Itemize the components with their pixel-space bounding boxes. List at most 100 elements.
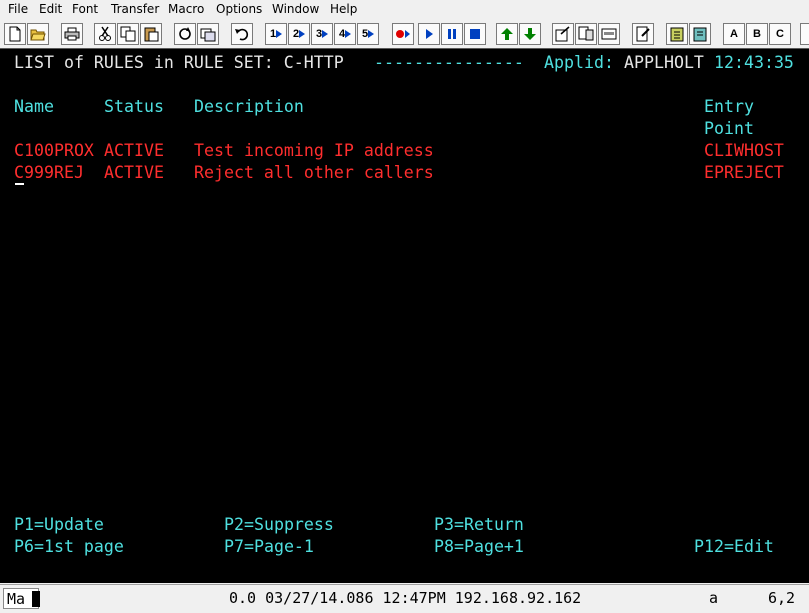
menu-options[interactable]: Options	[216, 2, 262, 16]
rule-name[interactable]: C100PROX	[14, 140, 94, 162]
pause-icon	[448, 29, 456, 39]
header-status: Status	[104, 97, 164, 116]
pf1-key[interactable]: P1=Update	[14, 514, 104, 536]
menu-macro[interactable]: Macro	[168, 2, 204, 16]
session-3-button[interactable]: 3	[311, 23, 333, 45]
copy-button[interactable]	[117, 23, 139, 45]
rule-status: ACTIVE	[104, 141, 164, 160]
session-icon	[200, 28, 216, 42]
play-icon	[426, 29, 433, 39]
print-button[interactable]	[61, 23, 83, 45]
pf3-key[interactable]: P3=Return	[434, 514, 524, 536]
refresh-icon	[179, 27, 191, 40]
pf6-key[interactable]: P6=1st page	[14, 536, 124, 558]
status-bar: Ma 0.0 03/27/14.086 12:47PM 192.168.92.1…	[0, 584, 809, 613]
refresh-button[interactable]	[174, 23, 196, 45]
header-entry: Entry	[704, 97, 754, 116]
send-file-icon	[555, 26, 570, 42]
keyboard-icon	[601, 28, 617, 40]
menu-bar: File Edit Font Transfer Macro Options Wi…	[0, 0, 809, 20]
notes-icon	[693, 27, 707, 42]
stop-macro-button[interactable]	[464, 23, 486, 45]
play-icon	[276, 30, 283, 38]
menu-window[interactable]: Window	[272, 2, 319, 16]
clipboard-button[interactable]	[666, 23, 688, 45]
rule-description: Reject all other callers	[194, 163, 434, 182]
session-1-button[interactable]: 1	[265, 23, 287, 45]
session-info: 0.0 03/27/14.086 12:47PM 192.168.92.162	[229, 589, 582, 607]
key-b-label: B	[753, 28, 761, 40]
title-dashes: ---------------	[374, 53, 524, 72]
notes-button[interactable]	[689, 23, 711, 45]
play-icon	[368, 30, 375, 38]
record-macro-button[interactable]	[392, 23, 414, 45]
session-5-button[interactable]: 5	[357, 23, 379, 45]
page-down-button[interactable]	[519, 23, 541, 45]
pause-macro-button[interactable]	[441, 23, 463, 45]
menu-edit[interactable]: Edit	[39, 2, 62, 16]
new-document-button[interactable]	[4, 23, 26, 45]
rule-description: Test incoming IP address	[194, 141, 434, 160]
arrow-down-icon	[524, 28, 536, 40]
play-icon	[322, 30, 329, 38]
key-c-button[interactable]: C	[769, 23, 791, 45]
applid-value: APPLHOLT	[624, 53, 704, 72]
arrow-up-icon	[501, 28, 513, 40]
pf12-key[interactable]: P12=Edit	[694, 536, 774, 558]
scissors-icon	[99, 26, 111, 41]
clock: 12:43:35	[714, 53, 794, 72]
more-buttons[interactable]	[800, 23, 809, 45]
session-4-button[interactable]: 4	[334, 23, 356, 45]
paste-icon	[144, 27, 159, 42]
key-a-button[interactable]: A	[723, 23, 745, 45]
new-document-icon	[9, 26, 21, 42]
rule-status: ACTIVE	[104, 163, 164, 182]
pf8-key[interactable]: P8=Page+1	[434, 536, 524, 558]
menu-help[interactable]: Help	[330, 2, 357, 16]
clipboard-icon	[670, 27, 684, 42]
applid-label: Applid:	[544, 53, 614, 72]
toolbar: 1 2 3 4 5 A B C	[0, 20, 809, 49]
header-name: Name	[14, 97, 54, 116]
terminal-screen[interactable]: LIST of RULES in RULE SET: C-HTTP ------…	[0, 48, 809, 583]
undo-icon	[235, 28, 249, 41]
undo-button[interactable]	[231, 23, 253, 45]
session-button[interactable]	[197, 23, 219, 45]
session-2-button[interactable]: 2	[288, 23, 310, 45]
rule-entry-point: CLIWHOST	[704, 141, 784, 160]
cursor-position: 6,2	[768, 589, 796, 607]
pf2-key[interactable]: P2=Suppress	[224, 514, 334, 536]
text-cursor	[15, 183, 24, 185]
keyboard-lock-indicator	[32, 591, 40, 607]
cut-button[interactable]	[94, 23, 116, 45]
macro-editor-button[interactable]	[632, 23, 654, 45]
record-icon	[396, 30, 410, 38]
rule-name[interactable]: C999REJ	[14, 162, 84, 184]
play-macro-button[interactable]	[418, 23, 440, 45]
stop-icon	[470, 29, 480, 39]
header-point: Point	[704, 119, 754, 138]
key-b-button[interactable]: B	[746, 23, 768, 45]
play-icon	[299, 30, 306, 38]
receive-button[interactable]	[575, 23, 597, 45]
screen-title: LIST of RULES in RULE SET: C-HTTP	[14, 53, 344, 72]
mode-text: Ma	[7, 590, 26, 608]
copy-icon	[120, 26, 136, 42]
key-a-label: A	[730, 28, 738, 40]
keyboard-map-button[interactable]	[598, 23, 620, 45]
insert-indicator: a	[709, 589, 719, 607]
printer-icon	[64, 27, 80, 41]
menu-transfer[interactable]: Transfer	[111, 2, 159, 16]
connection-mode-indicator: Ma	[3, 588, 40, 609]
open-folder-button[interactable]	[27, 23, 49, 45]
rule-entry-point: EPREJECT	[704, 163, 784, 182]
pf7-key[interactable]: P7=Page-1	[224, 536, 314, 558]
menu-file[interactable]: File	[8, 2, 28, 16]
send-button[interactable]	[552, 23, 574, 45]
page-up-button[interactable]	[496, 23, 518, 45]
menu-font[interactable]: Font	[72, 2, 98, 16]
paste-button[interactable]	[140, 23, 162, 45]
receive-file-icon	[578, 26, 594, 41]
editor-icon	[636, 26, 650, 42]
key-c-label: C	[776, 28, 784, 40]
